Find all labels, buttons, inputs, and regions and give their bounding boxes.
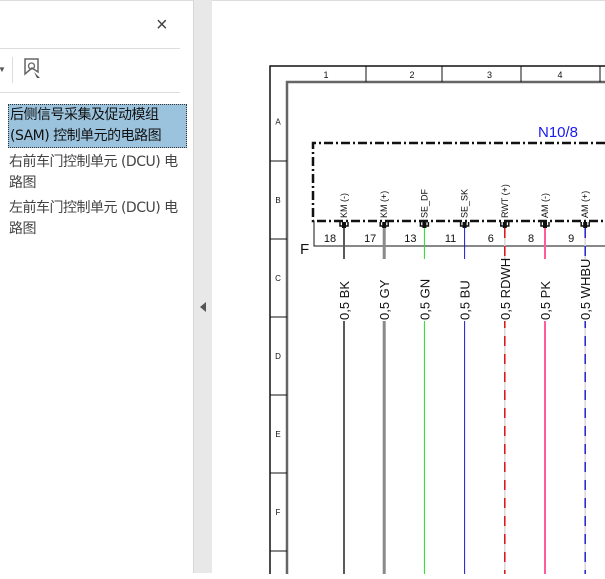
bookmark-search-icon[interactable] [23,58,43,82]
pin-name-label: SE_SK [460,189,470,218]
pin-number: 13 [404,233,416,245]
pin-name-label: SE_DF [419,188,429,218]
wire-label: 0,5 RDWH [498,258,513,320]
wire-label: 0,5 GY [377,279,392,320]
panel-splitter[interactable] [193,0,212,573]
pin-name-label: AM (-) [540,193,550,218]
pin-number: 9 [568,233,574,245]
wire-label: 0,5 PK [538,281,553,320]
pin-terminal [382,222,387,228]
pin-name-label: KM (-) [339,193,349,218]
bookmark-item-sam[interactable]: 后侧信号采集及促动模组 (SAM) 控制单元的电路图 [8,104,187,148]
module-label: N10/8 [538,124,578,141]
pin-number: 6 [488,233,494,245]
pin-terminal [543,222,547,228]
pin-number: 11 [445,233,456,245]
document-page: 1 2 3 4 A B C D E F N10/8 F KM (-) 18 0,5 BK KM (+) 17 0,… [212,0,605,574]
connector-outline [313,221,605,247]
column-label: 3 [487,70,492,80]
pin-number: 8 [528,233,534,245]
pin-terminal [342,222,346,228]
row-label: A [275,118,281,127]
pin-terminal [583,222,588,228]
row-label: D [275,352,281,361]
circuit-diagram: 1 2 3 4 A B C D E F N10/8 F KM (-) 18 0,5 BK KM (+) 17 0,… [269,65,605,574]
pin-terminal [462,222,467,228]
column-label: 4 [557,70,562,80]
pin-name-label: RWT (+) [500,184,510,218]
inner-frame [285,80,605,574]
close-panel-button[interactable]: × [156,15,168,35]
row-label: E [275,430,280,439]
bookmarks-panel: × ▼ 后侧信号采集及促动模组 (SAM) 控制单元的电路图 右前车门控制单元 … [0,0,193,573]
pin-number: 17 [364,233,376,245]
divider [12,57,13,83]
column-label: 1 [323,70,328,80]
bookmark-item-dcu-right[interactable]: 右前车门控制单元 (DCU) 电路图 [9,152,189,194]
collapse-arrow-icon[interactable] [200,302,206,312]
divider [0,92,180,93]
bookmark-item-dcu-left[interactable]: 左前车门控制单元 (DCU) 电路图 [9,198,189,240]
wire-label: 0,5 BK [337,281,352,320]
pin-terminal [422,222,427,228]
pin-number: 18 [324,233,336,245]
row-label: C [275,274,281,283]
row-label: B [275,196,280,205]
wire-label: 0,5 WHBU [578,259,593,320]
wire-label: 0,5 GN [417,279,432,320]
pin-name-label: KM (+) [379,191,389,218]
connector-label: F [300,241,309,258]
pin-name-label: AM (+) [580,191,590,218]
row-label: F [276,508,281,517]
pin-terminal [502,222,507,228]
column-label: 2 [409,70,414,80]
divider [0,48,180,49]
wire-label: 0,5 BU [458,280,473,320]
options-dropdown-icon[interactable]: ▼ [0,65,6,74]
